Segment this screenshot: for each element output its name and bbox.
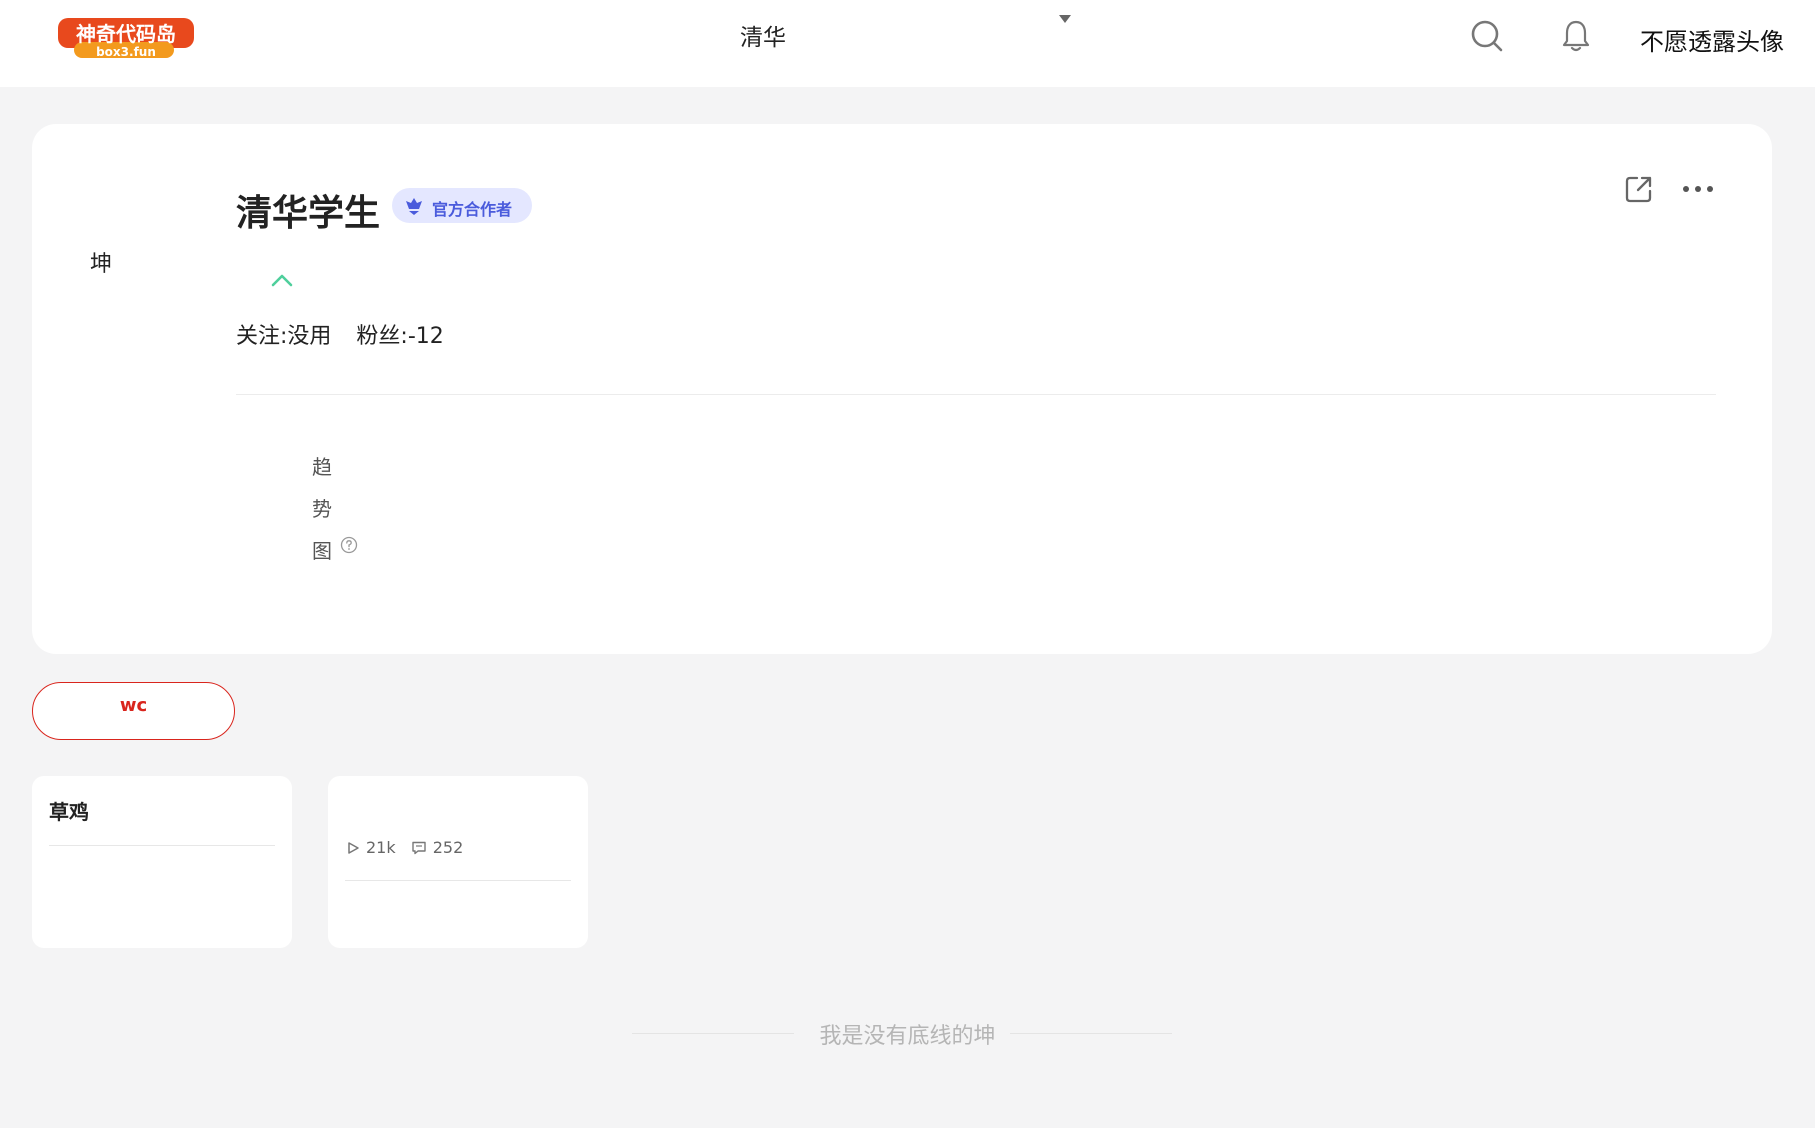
trend-char: 图 bbox=[312, 539, 332, 563]
trend-char: 趋 bbox=[312, 455, 332, 479]
user-name[interactable]: 不愿透露头像 bbox=[1640, 22, 1784, 57]
help-icon[interactable] bbox=[340, 536, 358, 554]
tab-wc[interactable]: wc bbox=[32, 682, 235, 740]
logo-text: 神奇代码岛 bbox=[76, 22, 176, 46]
crown-icon bbox=[406, 198, 422, 215]
divider bbox=[345, 880, 571, 881]
avatar[interactable]: 坤 bbox=[90, 246, 112, 278]
footer-divider-right bbox=[1010, 1033, 1172, 1034]
play-count-value: 21k bbox=[366, 838, 396, 857]
play-icon bbox=[348, 841, 359, 854]
work-card[interactable]: 草鸡 bbox=[32, 776, 292, 948]
nav-title[interactable]: 清华 bbox=[740, 18, 786, 52]
card-meta: 21k 252 bbox=[346, 838, 463, 859]
search-icon[interactable] bbox=[1470, 19, 1504, 53]
trend-char: 势 bbox=[312, 497, 332, 521]
following-count[interactable]: 关注:没用 bbox=[236, 324, 331, 349]
trend-chart-label: 趋 势 图 bbox=[312, 446, 342, 572]
comment-icon bbox=[412, 841, 426, 854]
site-logo[interactable]: 神奇代码岛 box3.fun bbox=[56, 12, 198, 62]
card-title: 草鸡 bbox=[49, 800, 89, 824]
profile-card: 坤 清华学生 官方合作者 关注:没用 粉丝:-12 趋 势 图 bbox=[32, 124, 1772, 654]
chevron-down-icon[interactable] bbox=[1058, 14, 1072, 24]
bell-icon[interactable] bbox=[1560, 19, 1592, 53]
top-bar: 神奇代码岛 box3.fun 清华 不愿透露头像 bbox=[0, 0, 1815, 87]
tab-label: wc bbox=[119, 695, 148, 716]
footer-end-text: 我是没有底线的坤 bbox=[819, 1024, 996, 1049]
play-count: 21k bbox=[346, 838, 396, 857]
profile-name: 清华学生 bbox=[236, 193, 381, 234]
logo-subtext: box3.fun bbox=[96, 45, 156, 59]
divider bbox=[236, 394, 1716, 395]
comment-count-value: 252 bbox=[432, 838, 464, 857]
work-card[interactable]: 21k 252 bbox=[328, 776, 588, 948]
divider bbox=[49, 845, 275, 846]
more-icon[interactable] bbox=[1680, 174, 1716, 204]
chevron-up-icon[interactable] bbox=[270, 272, 294, 288]
share-icon[interactable] bbox=[1624, 174, 1654, 204]
comment-count: 252 bbox=[411, 838, 464, 857]
followers-count[interactable]: 粉丝:-12 bbox=[356, 324, 443, 349]
official-partner-badge: 官方合作者 bbox=[392, 188, 532, 223]
badge-label: 官方合作者 bbox=[432, 200, 513, 219]
profile-stats: 关注:没用 粉丝:-12 bbox=[236, 318, 444, 350]
